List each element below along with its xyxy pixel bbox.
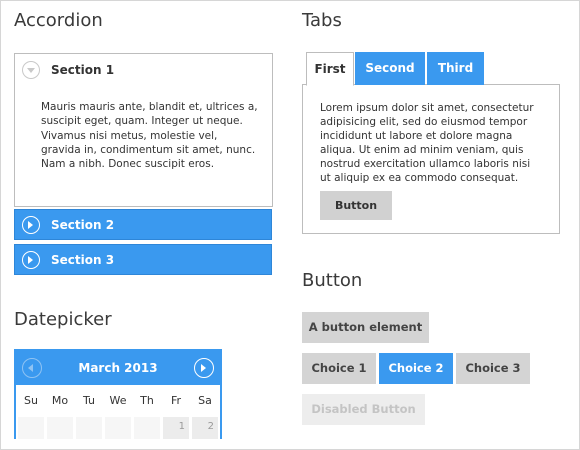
accordion-section-1-header[interactable]: Section 1 xyxy=(15,54,272,88)
tab-content-text: Lorem ipsum dolor sit amet, consectetur … xyxy=(320,102,534,184)
weekday-label: Sa xyxy=(198,394,212,407)
accordion-section-2-title: Section 2 xyxy=(51,218,115,232)
day-cell-empty xyxy=(76,417,102,439)
disabled-button: Disabled Button xyxy=(302,394,425,425)
accordion-section-1-title: Section 1 xyxy=(51,63,115,77)
weekday-label: Fr xyxy=(170,394,182,407)
choice-3-button[interactable]: Choice 3 xyxy=(456,353,530,384)
datepicker: March 2013 Su Mo Tu We Th Fr Sa 1 2 xyxy=(14,349,222,439)
day-cell-empty xyxy=(134,417,160,439)
button-element[interactable]: A button element xyxy=(302,312,429,343)
tab-content-button[interactable]: Button xyxy=(320,191,392,220)
accordion-section-1-body: Mauris mauris ante, blandit et, ultrices… xyxy=(41,101,258,171)
tab-second[interactable]: Second xyxy=(355,52,425,85)
accordion-section-1: Section 1 Mauris mauris ante, blandit et… xyxy=(14,53,273,207)
weekday-label: We xyxy=(109,394,127,407)
tabs-heading: Tabs xyxy=(302,10,342,31)
day-cell-empty xyxy=(105,417,131,439)
accordion-section-3-title: Section 3 xyxy=(51,253,115,267)
weekday-label: Tu xyxy=(82,394,96,407)
datepicker-header: March 2013 xyxy=(16,351,220,385)
day-cell-empty xyxy=(47,417,73,439)
day-cell[interactable]: 1 xyxy=(163,417,189,439)
next-month-button[interactable] xyxy=(194,358,214,378)
choice-2-button[interactable]: Choice 2 xyxy=(379,353,453,384)
day-cell-empty xyxy=(18,417,44,439)
weekday-label: Th xyxy=(140,394,154,407)
tab-third[interactable]: Third xyxy=(427,52,484,85)
weekday-label: Mo xyxy=(51,394,69,407)
chevron-right-icon xyxy=(22,216,40,234)
datepicker-heading: Datepicker xyxy=(14,309,112,330)
datepicker-month: March 2013 xyxy=(78,361,158,375)
accordion-section-2-header[interactable]: Section 2 xyxy=(14,209,272,240)
choice-1-button[interactable]: Choice 1 xyxy=(302,353,376,384)
button-heading: Button xyxy=(302,270,363,291)
accordion-section-3-header[interactable]: Section 3 xyxy=(14,244,272,275)
chevron-down-icon xyxy=(22,61,40,79)
tab-first[interactable]: First xyxy=(306,52,354,86)
accordion-heading: Accordion xyxy=(14,10,103,31)
chevron-right-icon xyxy=(22,251,40,269)
day-cell[interactable]: 2 xyxy=(192,417,218,439)
weekday-label: Su xyxy=(24,394,38,407)
